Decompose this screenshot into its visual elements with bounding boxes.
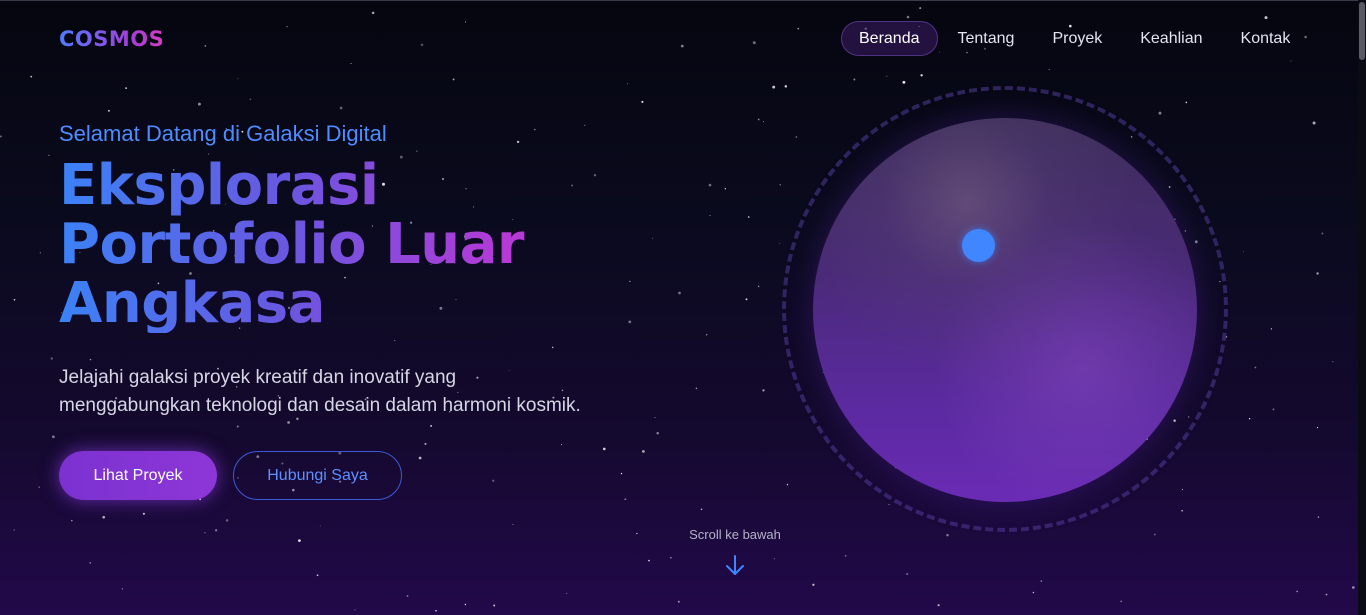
- page-scrollbar[interactable]: [1358, 0, 1366, 615]
- headline-line-2: Portofolio Luar: [59, 212, 525, 277]
- nav-item-kontak[interactable]: Kontak: [1223, 21, 1309, 56]
- hero-subtitle: Selamat Datang di Galaksi Digital: [59, 121, 387, 146]
- brand-logo[interactable]: COSMOS: [59, 27, 164, 51]
- description-line-1: Jelajahi galaksi proyek kreatif dan inov…: [59, 367, 457, 388]
- moon-icon: [962, 229, 995, 262]
- scrollbar-thumb[interactable]: [1359, 2, 1365, 60]
- scroll-hint-label[interactable]: Scroll ke bawah: [660, 527, 810, 542]
- arrow-down-icon[interactable]: [724, 554, 746, 578]
- nav-item-keahlian[interactable]: Keahlian: [1122, 21, 1220, 56]
- description-line-2: menggabungkan teknologi dan desain dalam…: [59, 395, 581, 416]
- headline-line-1: Eksplorasi: [59, 153, 379, 218]
- hero-description: Jelajahi galaksi proyek kreatif dan inov…: [59, 364, 659, 420]
- nav-item-proyek[interactable]: Proyek: [1034, 21, 1120, 56]
- main-nav: Beranda Tentang Proyek Keahlian Kontak: [841, 21, 1310, 56]
- hero-headline: Eksplorasi Portofolio Luar Angkasa: [59, 156, 579, 333]
- view-projects-button[interactable]: Lihat Proyek: [59, 451, 217, 500]
- headline-line-3: Angkasa: [59, 271, 325, 336]
- contact-me-button[interactable]: Hubungi Saya: [233, 451, 402, 500]
- nav-item-tentang[interactable]: Tentang: [940, 21, 1033, 56]
- nav-item-beranda[interactable]: Beranda: [841, 21, 938, 56]
- planet-icon: [813, 118, 1197, 502]
